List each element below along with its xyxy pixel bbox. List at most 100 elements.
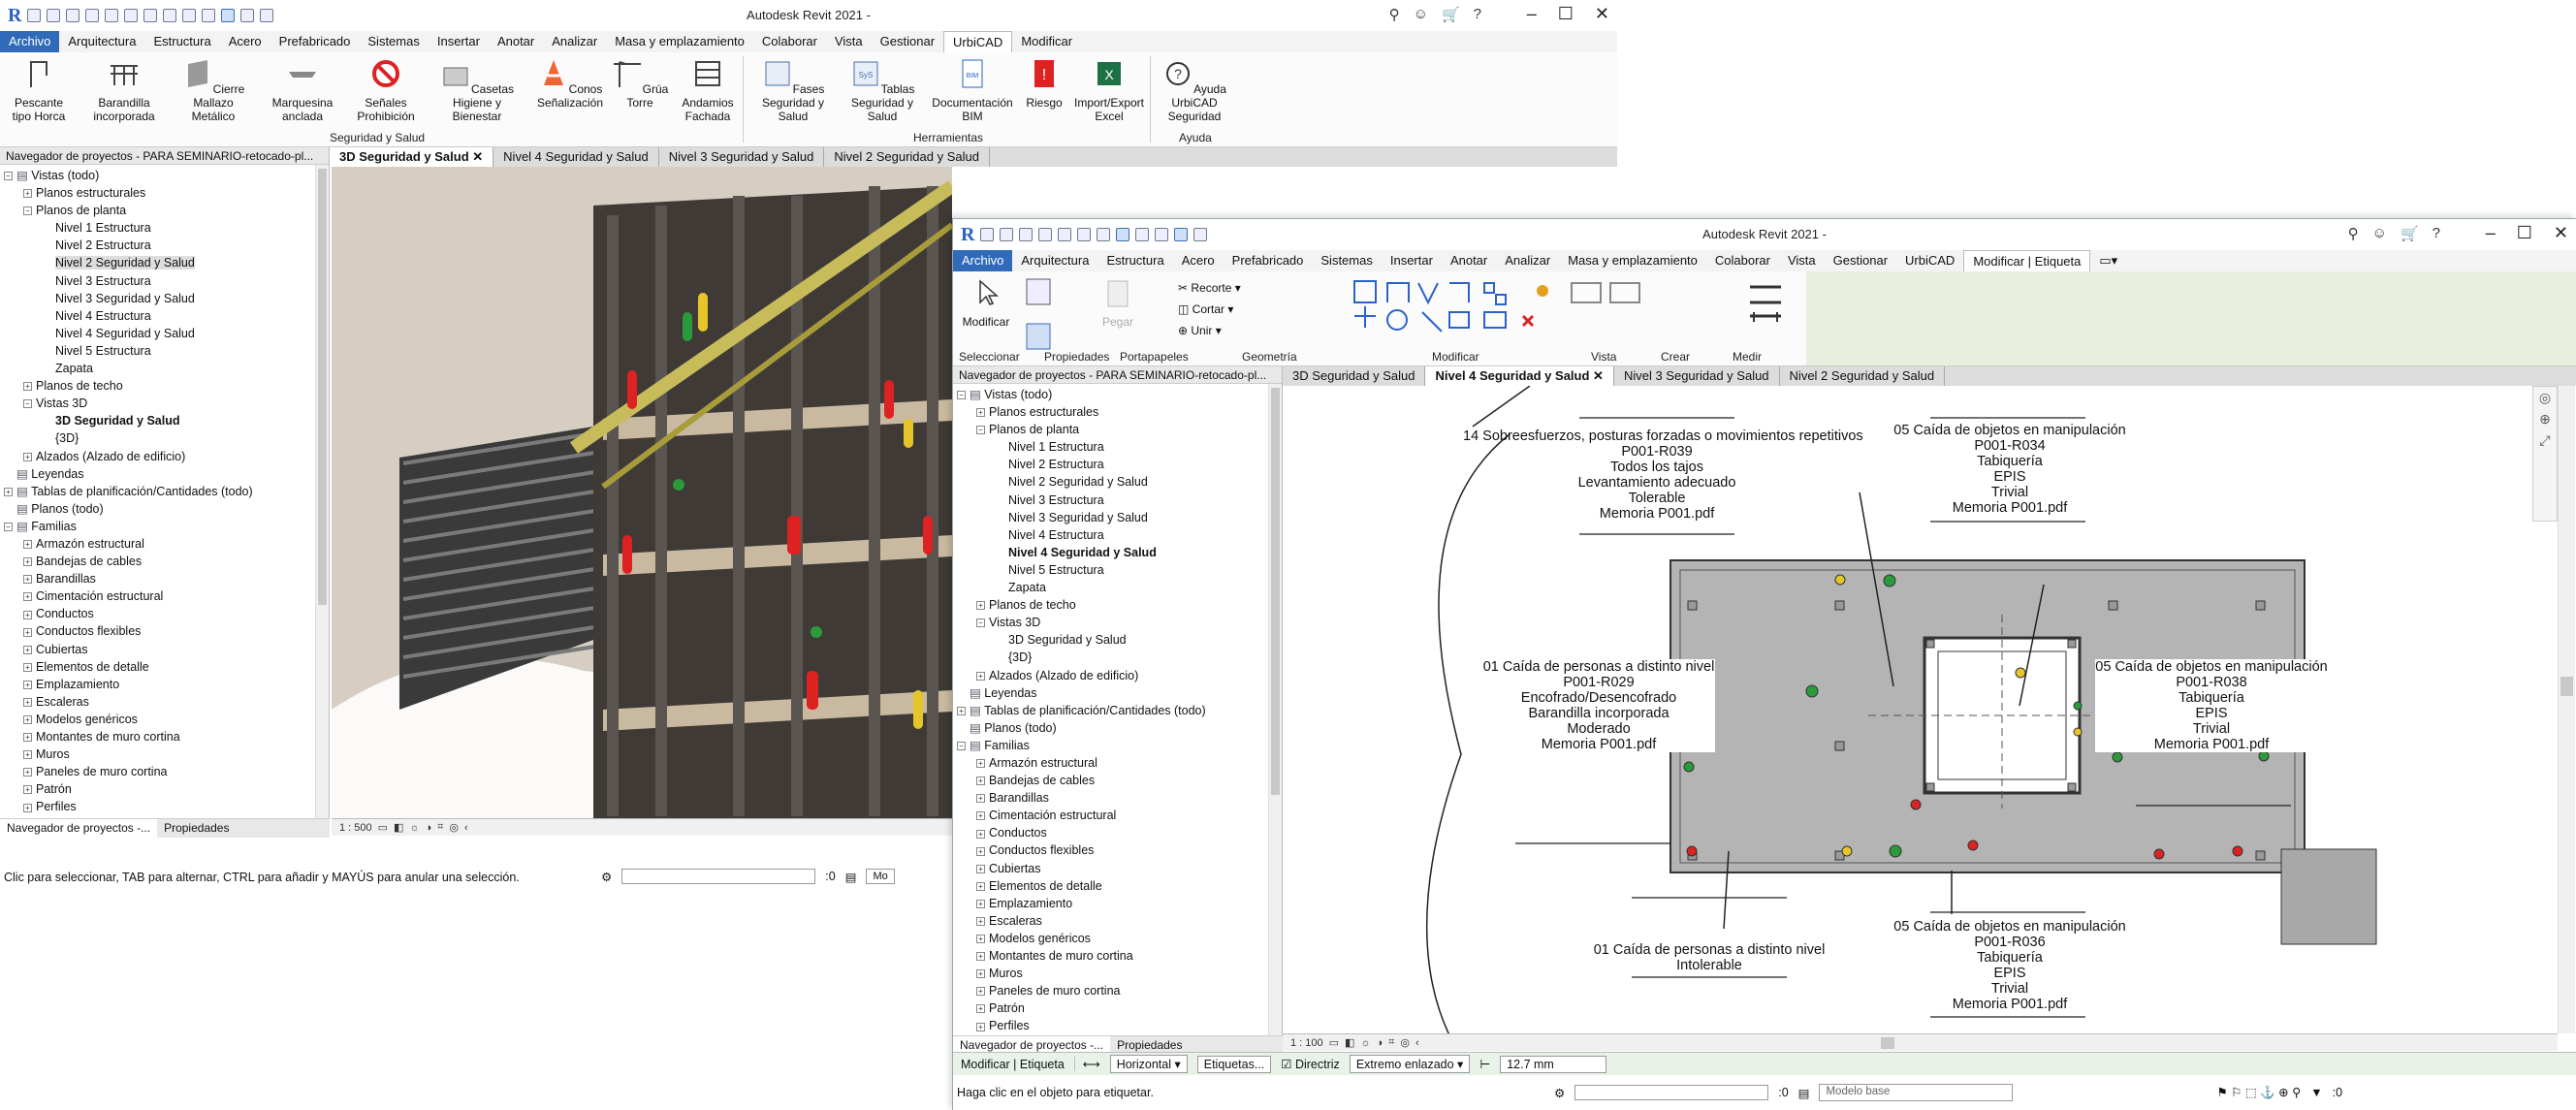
- tree-item[interactable]: + Montantes de muro cortina: [953, 947, 1282, 965]
- expand-icon[interactable]: +: [23, 733, 32, 743]
- selection-filter-icon[interactable]: ▼: [2310, 1086, 2322, 1099]
- tree-item[interactable]: + Perfiles: [0, 798, 329, 815]
- expand-icon[interactable]: +: [23, 575, 32, 585]
- tree-item[interactable]: − Vistas 3D: [0, 395, 329, 412]
- tree-item[interactable]: + Perfiles: [953, 1017, 1282, 1034]
- tree-item[interactable]: Nivel 4 Seguridad y Salud: [0, 325, 329, 342]
- expand-icon[interactable]: +: [976, 899, 985, 908]
- tree-item[interactable]: Nivel 3 Seguridad y Salud: [953, 509, 1282, 526]
- tree-item[interactable]: + Conductos flexibles: [953, 841, 1282, 859]
- tab-urbicad[interactable]: UrbiCAD: [943, 30, 1013, 53]
- expand-icon[interactable]: +: [976, 408, 985, 418]
- binoculars-icon[interactable]: ⚲: [2348, 225, 2359, 242]
- tree-item[interactable]: + Cimentación estructural: [0, 587, 329, 605]
- tree-item[interactable]: ▤ Leyendas: [0, 465, 329, 483]
- tree-item[interactable]: 3D Seguridad y Salud: [0, 412, 329, 429]
- modify-tools-icons[interactable]: [1349, 277, 1669, 345]
- close-hidden-icon[interactable]: [240, 9, 255, 22]
- nav-wheel-icon[interactable]: ◎ ⊕ ⤢: [2533, 387, 2557, 451]
- expand-icon[interactable]: +: [957, 706, 966, 715]
- tree-item[interactable]: ▤ Planos (todo): [953, 719, 1282, 737]
- tab-project-browser[interactable]: Navegador de proyectos -...: [0, 819, 158, 838]
- undo-icon[interactable]: [1038, 228, 1053, 241]
- expand-icon[interactable]: +: [4, 487, 13, 496]
- crop-icon[interactable]: ⌗: [1388, 1036, 1394, 1049]
- tree-item[interactable]: + Bandejas de cables: [0, 553, 329, 570]
- tag-icon[interactable]: [1116, 228, 1130, 241]
- tree-item[interactable]: + Cimentación estructural: [953, 807, 1282, 824]
- tree-item[interactable]: − Planos de planta: [0, 202, 329, 219]
- tag-caida-personas-2[interactable]: 01 Caída de personas a distinto nivel Int…: [1593, 942, 1826, 973]
- crop-icon[interactable]: ⌗: [437, 821, 443, 834]
- tree-item[interactable]: {3D}: [953, 649, 1282, 666]
- tag-caida-personas-1[interactable]: 01 Caída de personas a distinto nivel P00…: [1482, 659, 1715, 752]
- tree-item[interactable]: + Emplazamiento: [0, 676, 329, 693]
- tree-item[interactable]: + Escaleras: [0, 693, 329, 711]
- tag-caida-objetos-3[interactable]: 05 Caída de objetos en manipulación P001-…: [1884, 919, 2136, 1012]
- maximize-icon[interactable]: ☐: [1558, 4, 1574, 24]
- tags-button[interactable]: Etiquetas...: [1196, 1055, 1272, 1073]
- tree-item[interactable]: − ▤ Familias: [953, 737, 1282, 754]
- revit-logo-icon[interactable]: R: [8, 5, 21, 27]
- design-options-icon[interactable]: ▤: [1798, 1086, 1810, 1100]
- tree-item[interactable]: + Conductos: [0, 605, 329, 622]
- sun-path-icon[interactable]: ☼: [1360, 1037, 1370, 1049]
- cortar-button[interactable]: ◫ Cortar ▾: [1178, 299, 1241, 320]
- 3d-view-icon[interactable]: [202, 9, 216, 22]
- close-icon[interactable]: ✕: [1595, 4, 1609, 24]
- view-tab-nivel4[interactable]: Nivel 4 Seguridad y Salud ✕: [1425, 366, 1614, 386]
- pescante-button[interactable]: Pescante tipo Horca: [8, 58, 70, 123]
- view-vscroll[interactable]: [2558, 386, 2575, 1033]
- print-icon[interactable]: [1077, 228, 1092, 241]
- expand-icon[interactable]: +: [976, 935, 985, 944]
- tree-item[interactable]: + Barandillas: [953, 789, 1282, 807]
- detail-level-icon[interactable]: ▭: [378, 821, 388, 834]
- collapse-icon[interactable]: −: [957, 742, 966, 751]
- expand-icon[interactable]: +: [23, 382, 32, 392]
- close-icon[interactable]: ✕: [2554, 223, 2568, 243]
- user-icon[interactable]: ☺: [1414, 6, 1428, 23]
- tree-item[interactable]: − ▤ Vistas (todo): [953, 386, 1282, 403]
- hide-icon[interactable]: ◎: [1400, 1036, 1410, 1049]
- tree-item[interactable]: + Armazón estructural: [953, 754, 1282, 772]
- tab-overflow-icon[interactable]: ▭▾: [2090, 250, 2126, 271]
- expand-icon[interactable]: +: [23, 452, 32, 461]
- tab-masa[interactable]: Masa y emplazamiento: [606, 31, 753, 52]
- tree-item[interactable]: − ▤ Familias: [0, 518, 329, 535]
- tablas-button[interactable]: SyS Tablas Seguridad y Salud: [838, 58, 927, 123]
- leader-checkbox[interactable]: ☑ Directriz: [1281, 1057, 1340, 1071]
- selection-tools-icons[interactable]: ⚑ ⚐ ⬚ ⚓ ⊕ ⚲: [2216, 1085, 2301, 1100]
- expand-icon[interactable]: +: [23, 645, 32, 654]
- tab-prefabricado[interactable]: Prefabricado: [270, 31, 360, 52]
- expand-icon[interactable]: +: [976, 601, 985, 611]
- expand-icon[interactable]: +: [976, 917, 985, 927]
- tree-item[interactable]: + Emplazamiento: [953, 895, 1282, 912]
- documentacion-button[interactable]: BIM Documentación BIM: [929, 58, 1016, 123]
- floor-plan-viewport[interactable]: 14 Sobreesfuerzos, posturas forzadas o m…: [1283, 386, 2558, 1033]
- collapse-icon[interactable]: −: [976, 618, 985, 628]
- maximize-icon[interactable]: ☐: [2517, 223, 2532, 243]
- tree-item[interactable]: − Vistas 3D: [953, 614, 1282, 631]
- expand-icon[interactable]: +: [976, 829, 985, 839]
- minimize-icon[interactable]: –: [1527, 4, 1537, 24]
- shadows-icon[interactable]: ◑: [1377, 1037, 1383, 1049]
- view-tab-nivel3[interactable]: Nivel 3 Seguridad y Salud: [659, 147, 825, 167]
- tree-item[interactable]: Nivel 1 Estructura: [953, 438, 1282, 456]
- expand-icon[interactable]: +: [976, 811, 985, 821]
- tree-item[interactable]: + Muros: [953, 965, 1282, 982]
- andamios-button[interactable]: Andamios Fachada: [675, 58, 741, 123]
- text-icon[interactable]: [182, 9, 197, 22]
- expand-icon[interactable]: +: [976, 864, 985, 873]
- expand-icon[interactable]: +: [23, 768, 32, 777]
- riesgo-button[interactable]: ! Riesgo: [1020, 58, 1068, 110]
- switch-windows-icon[interactable]: [260, 9, 274, 22]
- pegar-button[interactable]: Pegar: [1098, 277, 1137, 329]
- length-input[interactable]: 12.7 mm: [1500, 1055, 1607, 1073]
- view-tab-3d[interactable]: 3D Seguridad y Salud ✕: [330, 147, 494, 167]
- tree-item[interactable]: + Patrón: [953, 999, 1282, 1017]
- collapse-icon[interactable]: −: [4, 523, 13, 532]
- browser-scrollbar[interactable]: [315, 165, 329, 818]
- design-options-icon[interactable]: ▤: [845, 870, 857, 884]
- expand-icon[interactable]: +: [23, 750, 32, 760]
- save-icon[interactable]: [1000, 228, 1014, 241]
